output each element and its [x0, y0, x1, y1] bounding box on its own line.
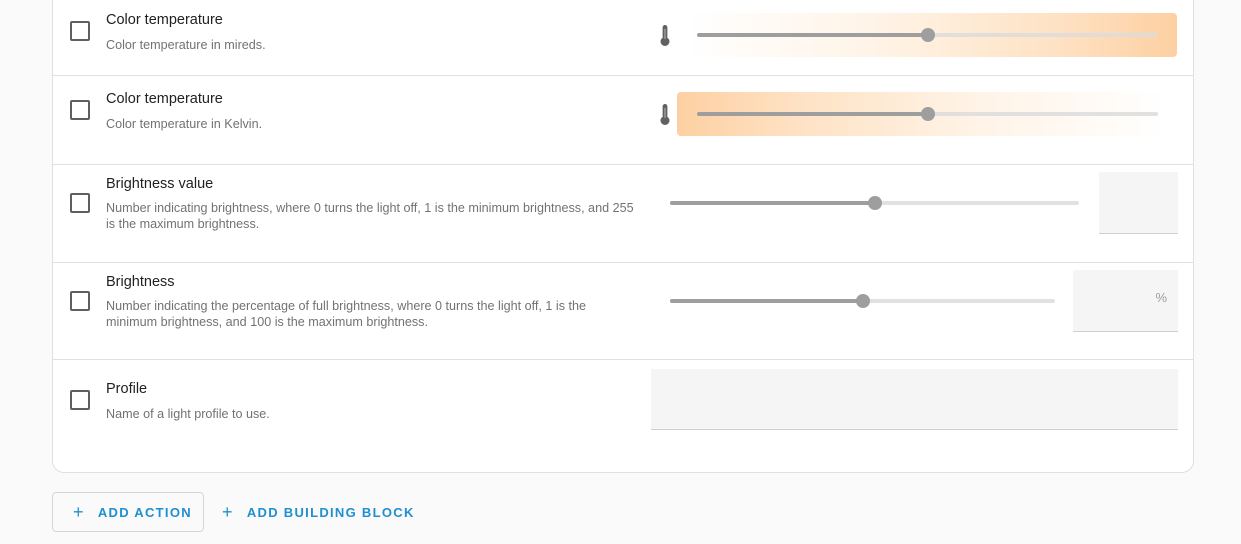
- add-building-block-label: ADD BUILDING BLOCK: [246, 504, 415, 520]
- color-temp-kelvin-slider[interactable]: [697, 107, 1158, 121]
- slider-handle[interactable]: [920, 28, 935, 42]
- slider-handle[interactable]: [920, 107, 935, 121]
- field-title: Color temperature: [106, 91, 223, 107]
- plus-icon: +: [222, 502, 234, 522]
- thermometer-icon: [659, 103, 671, 127]
- brightness-pct-input[interactable]: %: [1073, 270, 1178, 332]
- slider-handle[interactable]: [855, 294, 870, 308]
- service-data-card: Color temperature Color temperature in m…: [52, 0, 1194, 473]
- enable-brightness-pct-checkbox[interactable]: [70, 291, 90, 311]
- field-description: Color temperature in mireds.: [106, 38, 266, 52]
- add-action-button[interactable]: + ADD ACTION: [52, 492, 204, 532]
- profile-input[interactable]: [651, 369, 1178, 430]
- field-description: Number indicating brightness, where 0 tu…: [106, 201, 634, 231]
- field-title: Profile: [106, 381, 148, 397]
- brightness-pct-slider[interactable]: [670, 294, 1055, 308]
- field-row-profile: Profile Name of a light profile to use.: [53, 360, 1193, 472]
- field-row-brightness-value: Brightness value Number indicating brigh…: [53, 165, 1193, 263]
- thermometer-icon: [659, 24, 671, 48]
- field-row-brightness-pct: Brightness Number indicating the percent…: [53, 263, 1193, 360]
- field-row-color-temp-kelvin: Color temperature Color temperature in K…: [53, 76, 1193, 165]
- field-title: Brightness: [106, 274, 175, 290]
- add-action-label: ADD ACTION: [97, 504, 192, 520]
- enable-color-temp-kelvin-checkbox[interactable]: [70, 100, 90, 120]
- enable-color-temp-mireds-checkbox[interactable]: [70, 21, 90, 41]
- field-title: Color temperature: [106, 12, 223, 28]
- slider-handle[interactable]: [867, 196, 882, 210]
- field-description: Color temperature in Kelvin.: [106, 117, 263, 131]
- enable-profile-checkbox[interactable]: [70, 390, 90, 410]
- brightness-value-input[interactable]: [1099, 172, 1178, 234]
- field-description: Number indicating the percentage of full…: [106, 299, 587, 329]
- field-description: Name of a light profile to use.: [106, 407, 270, 421]
- field-row-color-temp-mireds: Color temperature Color temperature in m…: [53, 0, 1193, 76]
- plus-icon: +: [73, 502, 85, 522]
- percent-suffix: %: [1155, 290, 1167, 305]
- enable-brightness-value-checkbox[interactable]: [70, 193, 90, 213]
- add-building-block-button[interactable]: + ADD BUILDING BLOCK: [222, 492, 415, 532]
- color-temp-mireds-slider[interactable]: [697, 28, 1158, 42]
- field-title: Brightness value: [106, 176, 214, 192]
- brightness-value-slider[interactable]: [670, 196, 1079, 210]
